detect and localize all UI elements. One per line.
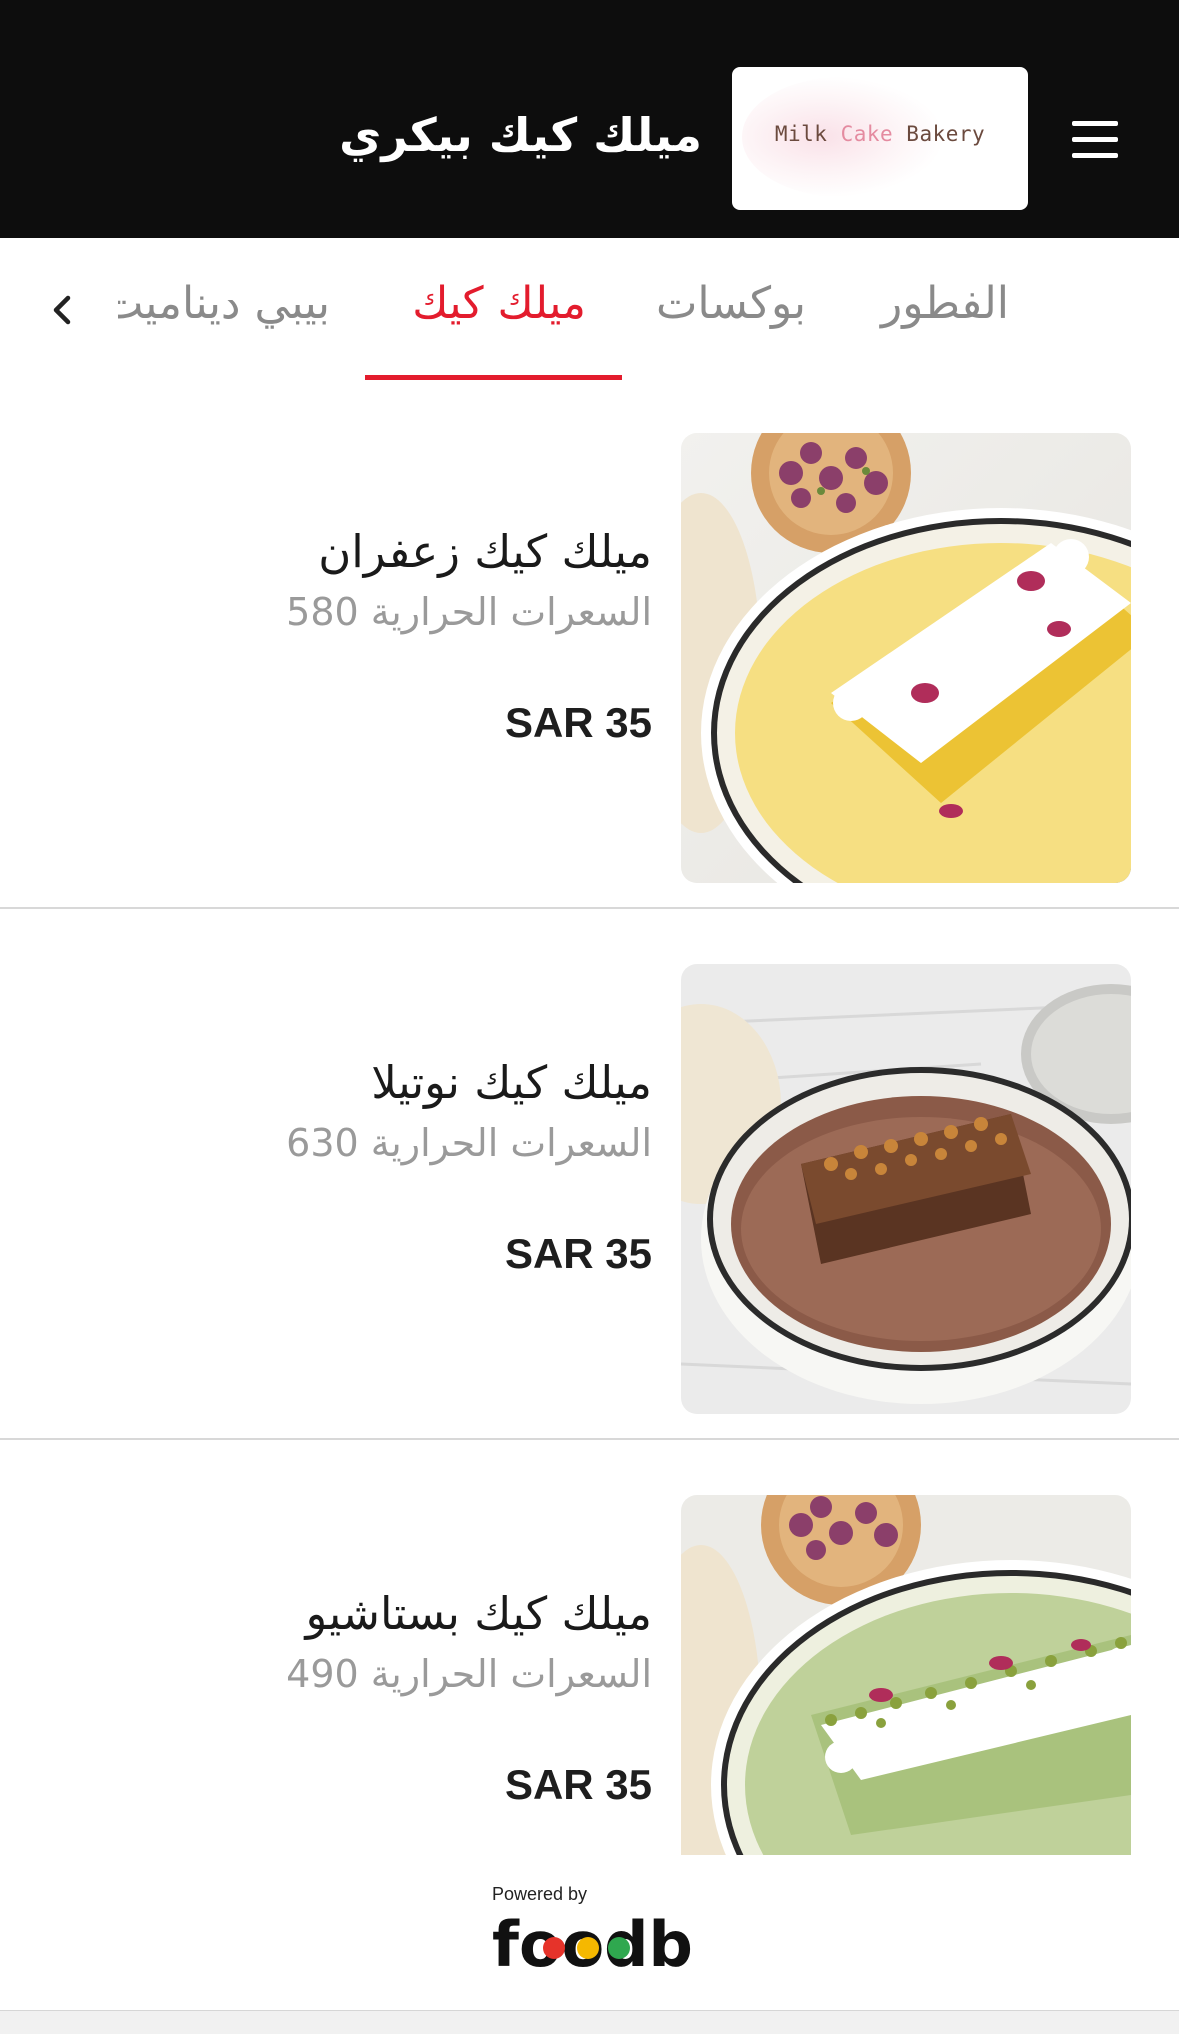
restaurant-title: ميلك كيك بيكري xyxy=(339,108,702,162)
item-image-pistachio[interactable] xyxy=(681,1495,1131,1855)
tab-milk-cake[interactable]: ميلك كيك xyxy=(412,278,586,329)
item-divider xyxy=(0,907,1179,909)
restaurant-logo[interactable]: Milk Cake Bakery xyxy=(732,67,1028,210)
tab-baby-dynamite[interactable]: بيبي ديناميت xyxy=(118,278,330,329)
item-price: SAR 35 xyxy=(504,1761,652,1808)
item-image-saffron[interactable] xyxy=(681,433,1131,883)
item-name: ميلك كيك زعفران xyxy=(318,525,652,578)
menu-item[interactable]: ميلك كيك زعفران السعرات الحرارية 580 SAR… xyxy=(0,433,1179,907)
powered-by-label: Powered by xyxy=(492,1884,588,1904)
category-tabs: الفطور بوكسات ميلك كيك بيبي ديناميت xyxy=(0,238,1179,380)
tab-breakfast[interactable]: الفطور xyxy=(881,278,1009,329)
item-image-nutella[interactable] xyxy=(681,964,1131,1414)
menu-item[interactable]: ميلك كيك نوتيلا السعرات الحرارية 630 SAR… xyxy=(0,964,1179,1438)
item-name: ميلك كيك بستاشيو xyxy=(305,1587,652,1640)
logo-word-milk: Milk xyxy=(774,122,828,146)
chevron-left-icon[interactable] xyxy=(44,290,80,330)
bottom-edge xyxy=(0,2010,1179,2034)
menu-item[interactable]: ميلك كيك بستاشيو السعرات الحرارية 490 SA… xyxy=(0,1495,1179,1855)
logo-text: Milk Cake Bakery xyxy=(732,122,1028,146)
item-calories: السعرات الحرارية 490 xyxy=(286,1652,652,1696)
logo-word-cake: Cake xyxy=(840,122,894,146)
tab-boxes[interactable]: بوكسات xyxy=(656,278,806,329)
hamburger-menu-icon[interactable] xyxy=(1066,118,1122,162)
item-calories: السعرات الحرارية 630 xyxy=(286,1121,652,1165)
item-name: ميلك كيك نوتيلا xyxy=(371,1056,652,1109)
item-price: SAR 35 xyxy=(504,699,652,746)
item-price: SAR 35 xyxy=(504,1230,652,1277)
item-divider xyxy=(0,1438,1179,1440)
logo-word-bakery: Bakery xyxy=(906,122,986,146)
app-header: ميلك كيك بيكري Milk Cake Bakery xyxy=(0,0,1179,238)
active-tab-indicator xyxy=(365,375,622,380)
foodbit-logo[interactable]: foodbit xyxy=(492,1904,744,1981)
tab-baby-dynamite-clip: بيبي ديناميت xyxy=(118,258,330,358)
item-calories: السعرات الحرارية 580 xyxy=(286,590,652,634)
